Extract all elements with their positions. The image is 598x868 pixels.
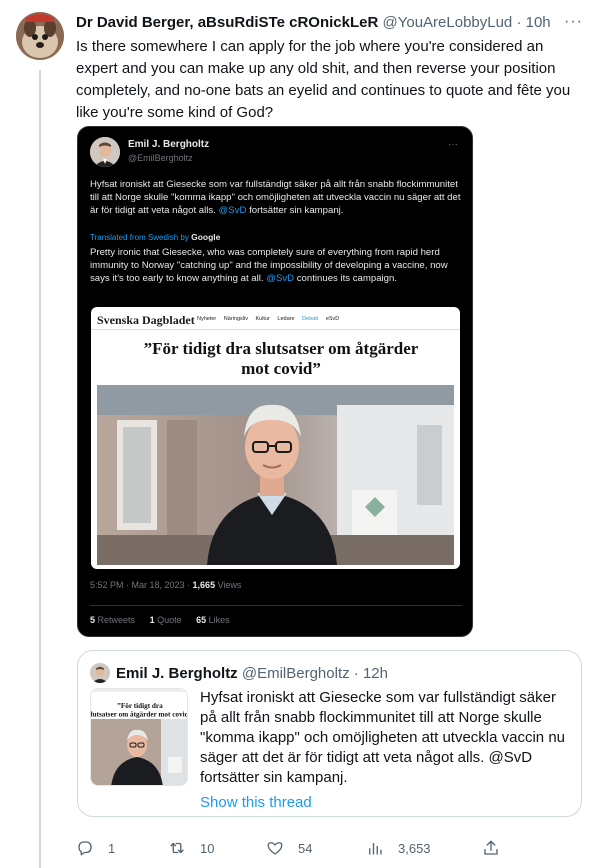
reply-count: 1 bbox=[108, 840, 116, 856]
share-icon bbox=[484, 840, 498, 855]
embedded-time: 5:52 PM · Mar 18, 2023 · bbox=[90, 580, 193, 590]
tweet-action-bar: 1 10 54 3,653 bbox=[76, 836, 506, 860]
quoted-author-avatar bbox=[90, 663, 110, 683]
embedded-quotes-stat: 1 Quote bbox=[150, 615, 182, 625]
author-handle[interactable]: @YouAreLobbyLud bbox=[383, 14, 513, 31]
embedded-author-name: Emil J. Bergholtz bbox=[128, 139, 210, 150]
article-headline: ”För tidigt dra slutsatser om åtgärder m… bbox=[143, 339, 419, 378]
article-nav-item: Näringsliv bbox=[223, 316, 248, 322]
embedded-stats: 5 Retweets 1 Quote 65 Likes bbox=[90, 615, 242, 625]
article-masthead: Svenska Dagbladet bbox=[97, 313, 195, 327]
tweet-header: Dr David Berger, aBsuRdiSTe cROnickLeR @… bbox=[76, 14, 551, 31]
embedded-timestamp: 5:52 PM · Mar 18, 2023 · 1,665 Views bbox=[90, 580, 241, 590]
quoted-tweet-card[interactable]: Emil J. Bergholtz @EmilBergholtz · 12h ”… bbox=[77, 650, 582, 817]
embedded-views-count: 1,665 bbox=[192, 580, 216, 590]
article-nav-item: eSvD bbox=[325, 316, 340, 322]
quoted-tweet-time: 12h bbox=[362, 665, 388, 682]
embedded-original-text: Hyfsat ironiskt att Giesecke som var ful… bbox=[90, 179, 462, 217]
embedded-translation-text: Pretty ironic that Giesecke, who was com… bbox=[90, 247, 462, 285]
quoted-separator: · bbox=[353, 665, 359, 682]
embedded-views-label: Views bbox=[215, 580, 242, 590]
quoted-author-handle: @EmilBergholtz bbox=[241, 665, 350, 682]
reply-button[interactable]: 1 bbox=[76, 836, 115, 860]
thread-connector-line bbox=[39, 70, 41, 868]
article-nav-item: Ledare bbox=[277, 316, 295, 322]
quoted-tweet-text: Hyfsat ironiskt att Giesecke som var ful… bbox=[200, 689, 566, 786]
embedded-mention: @SvD bbox=[218, 204, 247, 216]
embedded-retweets-label: Retweets bbox=[95, 615, 136, 625]
analytics-icon bbox=[369, 842, 382, 855]
embedded-divider bbox=[90, 605, 462, 606]
article-nav-item: Kultur bbox=[255, 316, 270, 322]
quoted-tweet-thumbnail[interactable]: ”För tidigt dra slutsatser om åtgärder mo… bbox=[90, 688, 188, 786]
like-count: 54 bbox=[298, 840, 313, 856]
embedded-more-icon: ··· bbox=[448, 139, 458, 150]
heart-icon bbox=[267, 842, 283, 855]
embedded-retweets-stat: 5 Retweets bbox=[90, 615, 135, 625]
article-nav-item-active: Debatt bbox=[302, 316, 319, 322]
like-button[interactable]: 54 bbox=[266, 836, 312, 860]
retweet-button[interactable]: 10 bbox=[168, 836, 214, 860]
article-nav: Nyheter Näringsliv Kultur Ledare Debatt … bbox=[197, 316, 345, 322]
reply-icon bbox=[78, 841, 92, 856]
views-count: 3,653 bbox=[398, 840, 431, 856]
translation-text-part: continues its campaign. bbox=[294, 272, 398, 284]
article-divider bbox=[91, 329, 460, 330]
embedded-likes-label: Likes bbox=[206, 615, 230, 625]
author-avatar[interactable] bbox=[16, 12, 64, 60]
show-thread-link[interactable]: Show this thread bbox=[200, 794, 312, 811]
embedded-quotes-label: Quote bbox=[154, 615, 182, 625]
more-options-icon[interactable]: ··· bbox=[564, 13, 583, 31]
article-nav-item: Nyheter bbox=[197, 316, 217, 322]
views-button[interactable]: 3,653 bbox=[366, 836, 431, 860]
quoted-author-name: Emil J. Bergholtz bbox=[116, 665, 238, 682]
tweet-text: Is there somewhere I can apply for the j… bbox=[76, 38, 571, 121]
translated-from-label: Translated from Swedish by Google bbox=[90, 232, 220, 242]
retweet-count: 10 bbox=[200, 840, 215, 856]
embedded-author-handle: @EmilBergholtz bbox=[128, 153, 193, 163]
header-separator: · bbox=[516, 14, 522, 31]
embedded-likes-stat: 65 Likes bbox=[196, 615, 230, 625]
article-photo bbox=[97, 385, 454, 565]
tweet-time[interactable]: 10h bbox=[526, 14, 551, 31]
translated-label: Translated from Swedish by bbox=[90, 233, 192, 242]
translation-mention: @SvD bbox=[266, 272, 295, 284]
article-card: Svenska Dagbladet Nyheter Näringsliv Kul… bbox=[91, 307, 460, 569]
embedded-tweet-screenshot[interactable]: Emil J. Bergholtz @EmilBergholtz ··· Hyf… bbox=[77, 126, 473, 637]
quoted-tweet-header: Emil J. Bergholtz @EmilBergholtz · 12h bbox=[116, 665, 388, 682]
embedded-author-avatar bbox=[90, 137, 120, 167]
share-button[interactable] bbox=[482, 836, 500, 860]
google-brand: Google bbox=[191, 232, 221, 242]
embedded-text-part: fortsätter sin kampanj. bbox=[246, 204, 344, 216]
retweet-icon bbox=[170, 842, 184, 854]
embedded-likes-count: 65 bbox=[196, 615, 207, 625]
author-name[interactable]: Dr David Berger, aBsuRdiSTe cROnickLeR bbox=[76, 14, 378, 31]
